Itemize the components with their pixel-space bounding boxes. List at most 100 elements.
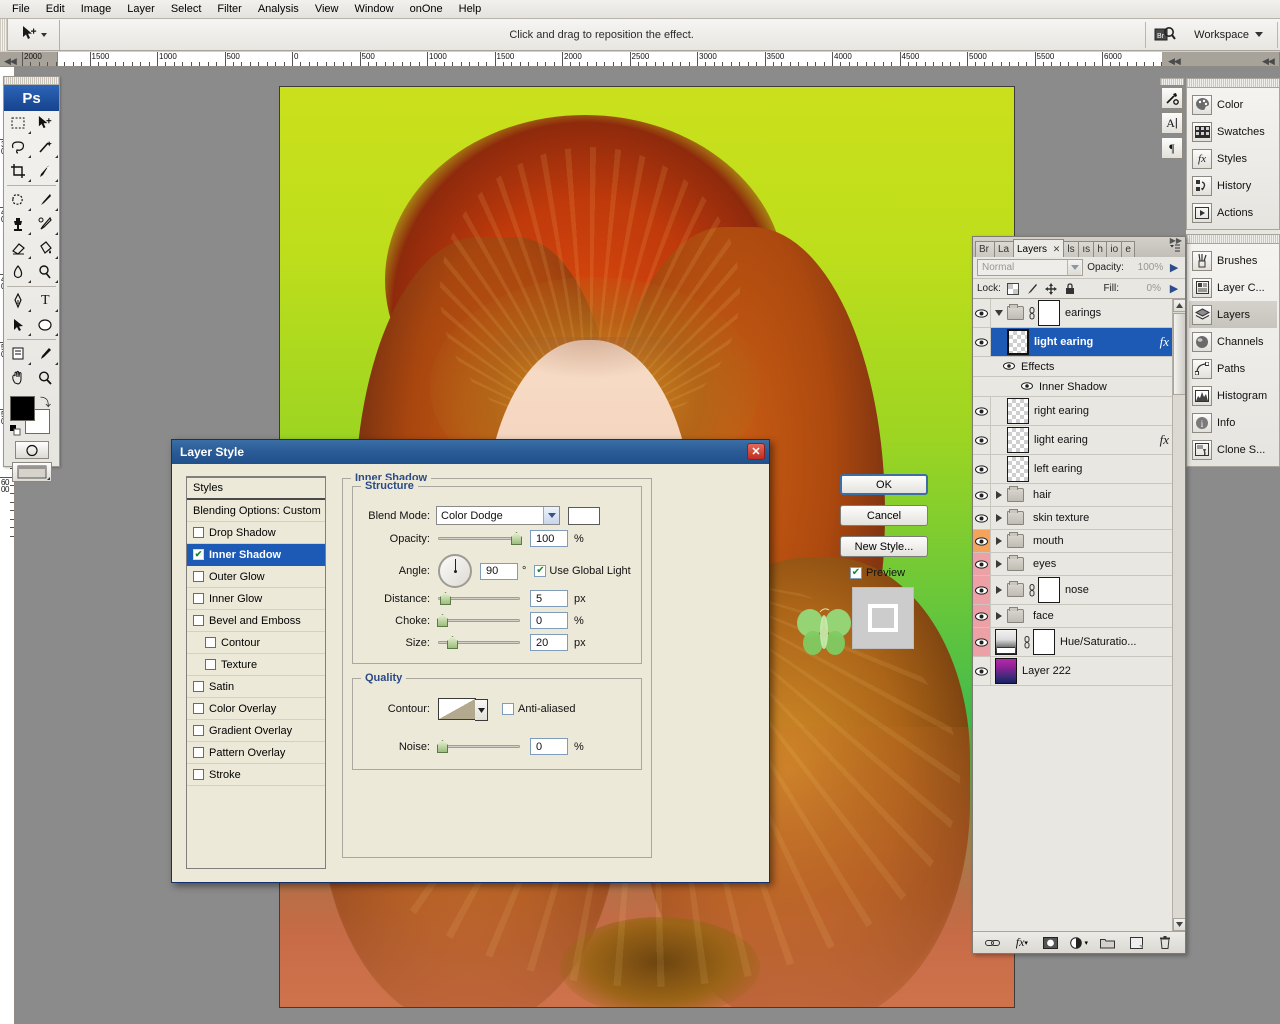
menu-item-layer[interactable]: Layer [119,0,163,18]
table-row[interactable]: skin texture [973,507,1185,530]
add-layer-mask-icon[interactable] [1041,935,1059,951]
group-disclosure-toggle[interactable] [991,537,1007,545]
layer-visibility-toggle[interactable] [973,605,991,627]
slider-handle[interactable] [511,532,522,545]
effect-outer-glow[interactable]: Outer Glow [187,566,325,588]
distance-input[interactable]: 5 [530,590,568,607]
table-row[interactable]: light earing fx [973,328,1185,357]
menu-item-select[interactable]: Select [163,0,210,18]
panel-tab-is[interactable]: ıs [1078,241,1095,257]
menu-item-onone[interactable]: onOne [402,0,451,18]
layers-scrollbar[interactable] [1172,299,1185,931]
opacity-value[interactable]: 100% [1128,262,1164,273]
fill-value[interactable]: 0% [1125,283,1161,294]
menu-item-view[interactable]: View [307,0,347,18]
layer-mask-thumbnail[interactable] [1033,629,1055,655]
layer-visibility-toggle[interactable] [973,657,991,685]
scrollbar-thumb[interactable] [1173,313,1185,395]
add-layer-style-icon[interactable]: fx ▾ [1013,935,1031,951]
effect-pattern-overlay[interactable]: Pattern Overlay [187,742,325,764]
layer-visibility-toggle[interactable] [973,553,991,575]
layer-visibility-toggle[interactable] [973,628,991,656]
checkbox[interactable] [193,549,204,560]
link-icon[interactable] [1027,583,1036,597]
pen-icon[interactable] [4,289,32,313]
opacity-slider[interactable] [438,532,522,545]
scroll-down-icon[interactable] [1173,918,1185,931]
lock-transparency-icon[interactable] [1007,282,1020,295]
eyedropper-icon[interactable] [32,342,60,366]
notes-icon[interactable] [4,342,32,366]
effect-inner-shadow[interactable]: Inner Shadow [187,544,325,566]
styles-list-header[interactable]: Styles [187,478,325,500]
link-icon[interactable] [1027,306,1036,320]
menu-item-image[interactable]: Image [73,0,120,18]
table-row[interactable]: mouth [973,530,1185,553]
size-input[interactable]: 20 [530,634,568,651]
layer-visibility-toggle[interactable] [973,507,991,529]
opacity-slider-arrow-icon[interactable]: ▶ [1167,261,1181,275]
chevron-down-icon[interactable] [1067,260,1082,275]
layer-thumbnail[interactable] [1007,427,1029,453]
default-colors-icon[interactable] [10,425,21,436]
distance-slider[interactable] [438,592,520,605]
toolbox-grip[interactable] [4,77,59,85]
panel-tab-h[interactable]: h [1093,241,1108,257]
new-layer-icon[interactable] [1127,935,1145,951]
dock-item-brushes[interactable]: Brushes [1189,247,1277,274]
chevron-down-icon[interactable] [475,699,488,721]
slider-handle[interactable] [447,636,458,649]
layer-thumbnail[interactable] [1038,577,1060,603]
history-brush-icon[interactable] [32,212,60,236]
close-icon[interactable]: ✕ [747,443,765,460]
table-row[interactable]: right earing [973,397,1185,426]
checkbox[interactable] [193,681,204,692]
foreground-color-swatch[interactable] [10,396,35,421]
swap-colors-icon[interactable]: ⤵ [40,394,51,410]
screen-mode-icon[interactable] [11,462,52,482]
effect-drop-shadow[interactable]: Drop Shadow [187,522,325,544]
dock-collapse-far-right-icon[interactable]: ◀◀ [1262,56,1275,66]
mini-dock-grip[interactable] [1160,78,1184,85]
table-row[interactable]: left earing [973,455,1185,484]
table-row[interactable]: earings [973,299,1185,328]
slider-handle[interactable] [440,592,451,605]
dock-item-swatches[interactable]: Swatches [1189,118,1277,145]
group-disclosure-toggle[interactable] [991,586,1007,594]
checkbox[interactable] [193,571,204,582]
effects-visibility-toggle[interactable] [1003,361,1015,373]
panel-tab-io[interactable]: io [1106,241,1123,257]
effect-stroke[interactable]: Stroke [187,764,325,786]
checkbox[interactable] [193,615,204,626]
dialog-title-bar[interactable]: Layer Style ✕ [172,440,769,464]
tool-preset-picker[interactable] [8,19,60,50]
new-adjustment-layer-icon[interactable]: ▾ [1070,935,1088,951]
menu-item-filter[interactable]: Filter [209,0,249,18]
layer-thumbnail[interactable] [1007,329,1029,355]
menu-item-window[interactable]: Window [346,0,401,18]
size-slider[interactable] [438,636,520,649]
lock-all-icon[interactable] [1064,282,1077,295]
checkbox[interactable] [193,527,204,538]
tools-icon[interactable] [1161,87,1183,109]
table-row[interactable]: nose [973,576,1185,605]
hand-tool-icon[interactable] [4,366,32,390]
group-disclosure-toggle[interactable] [991,560,1007,568]
blend-mode-select[interactable]: Normal [977,259,1084,276]
fill-slider-arrow-icon[interactable]: ▶ [1167,282,1181,296]
opacity-input[interactable]: 100 [530,530,568,547]
effect-bevel-emboss[interactable]: Bevel and Emboss [187,610,325,632]
list-item[interactable]: Effects [973,357,1185,377]
effect-visibility-toggle[interactable] [1021,381,1033,393]
dock-item-info[interactable]: i Info [1189,409,1277,436]
layer-visibility-toggle[interactable] [973,530,991,552]
scroll-up-icon[interactable] [1173,299,1185,312]
dock-collapse-right-icon[interactable]: ◀◀ [1168,56,1181,66]
layer-visibility-toggle[interactable] [973,484,991,506]
dock-item-paths[interactable]: Paths [1189,355,1277,382]
clone-stamp-icon[interactable] [4,212,32,236]
panel-tab-layers[interactable]: Layers ✕ [1013,239,1065,257]
link-icon[interactable] [1022,635,1031,649]
panel-menu-icon[interactable] [1168,241,1182,255]
close-icon[interactable]: ✕ [1053,244,1061,254]
